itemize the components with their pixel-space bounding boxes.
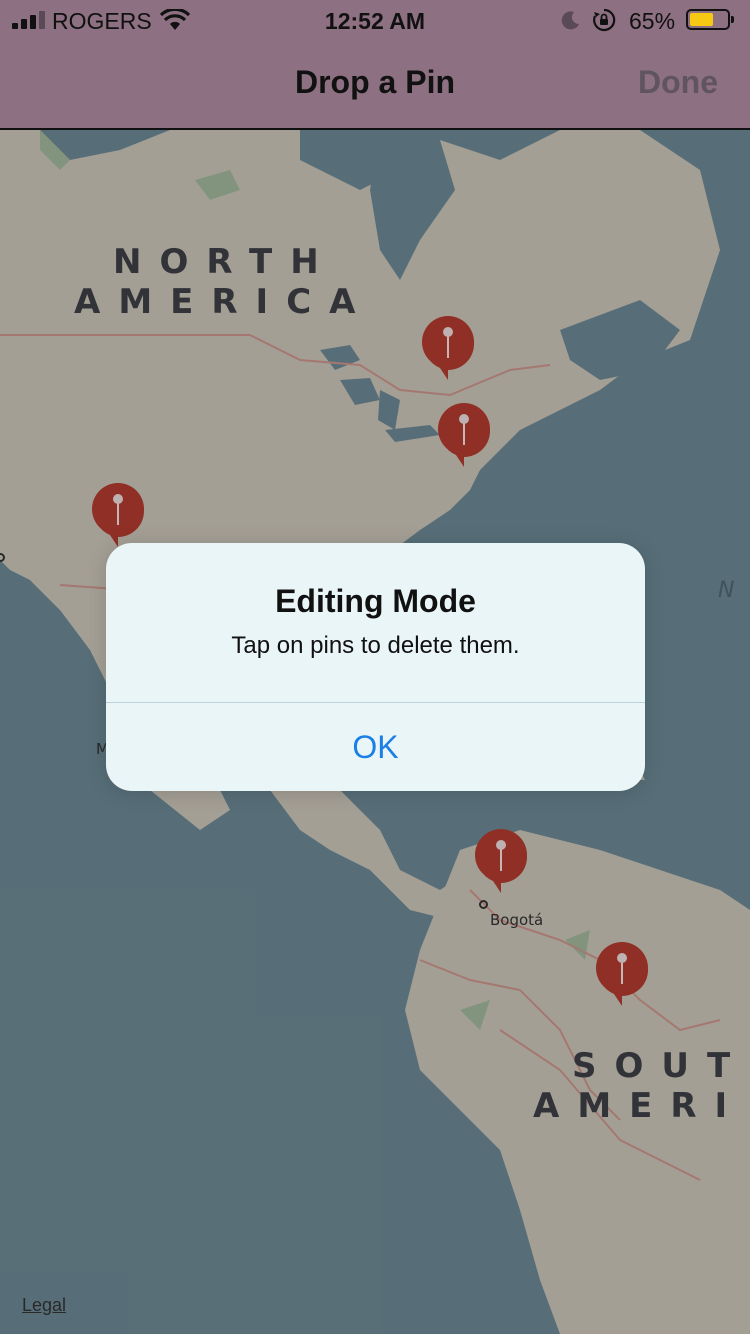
battery-percent: 65% [629,8,676,34]
battery-fill [690,13,714,26]
alert-message: Tap on pins to delete them. [231,632,520,659]
alert-dialog: Editing Mode Tap on pins to delete them.… [106,543,645,791]
moon-icon [561,11,579,30]
alert-title: Editing Mode [275,583,476,619]
navigation-bar: Drop a Pin Done [0,40,750,130]
done-button[interactable]: Done [638,64,718,101]
battery-icon [686,9,734,30]
rotation-lock-icon [593,8,616,32]
ok-button[interactable]: OK [106,703,645,791]
status-bar: ROGERS 12:52 AM 65% [0,0,750,40]
